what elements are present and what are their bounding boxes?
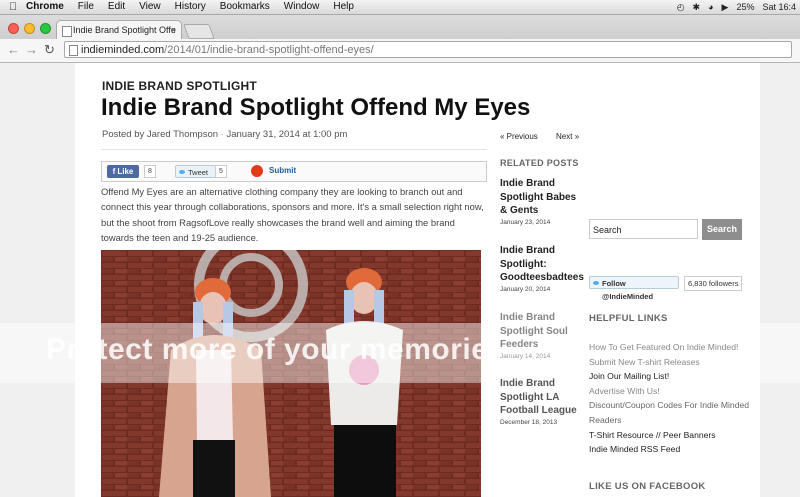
back-arrow-icon[interactable]: ← bbox=[7, 42, 20, 57]
like-count: 8 bbox=[144, 165, 156, 178]
byline-separator: · bbox=[220, 129, 224, 140]
post-intro: Offend My Eyes are an alternative clothi… bbox=[101, 186, 484, 244]
post-date: January 31, 2014 at 1:00 pm bbox=[226, 129, 348, 140]
search-input[interactable]: Search bbox=[589, 219, 698, 239]
helpful-links-heading: HELPFUL LINKS bbox=[589, 313, 668, 324]
menu-help[interactable]: Help bbox=[333, 0, 354, 14]
related-post-date: December 18, 2013 bbox=[500, 418, 558, 426]
macos-menu-bar:  Chrome File Edit View History Bookmark… bbox=[0, 0, 800, 15]
tab-title: Indie Brand Spotlight Offe bbox=[73, 25, 176, 35]
page-background-left bbox=[0, 63, 75, 497]
post-title: Indie Brand Spotlight Offend My Eyes bbox=[101, 94, 531, 121]
next-post-link[interactable]: Next » bbox=[556, 132, 579, 141]
post-category[interactable]: INDIE BRAND SPOTLIGHT bbox=[102, 79, 257, 93]
web-page: INDIE BRAND SPOTLIGHT Indie Brand Spotli… bbox=[0, 63, 800, 497]
volume-icon[interactable]: ▶ bbox=[722, 0, 729, 14]
like-us-heading: LIKE US ON FACEBOOK bbox=[589, 481, 706, 492]
helpful-link[interactable]: Indie Minded RSS Feed bbox=[589, 442, 769, 457]
address-bar[interactable]: indieminded.com/2014/01/indie-brand-spot… bbox=[64, 41, 792, 58]
helpful-link[interactable]: Advertise With Us! bbox=[589, 384, 769, 399]
minimize-window-button[interactable] bbox=[24, 23, 35, 34]
url-host: indieminded.com bbox=[81, 44, 165, 56]
share-bar: f Like 8 Tweet 5 Submit bbox=[101, 161, 487, 182]
helpful-link[interactable]: Join Our Mailing List! bbox=[589, 369, 769, 384]
search-button[interactable]: Search bbox=[702, 219, 742, 240]
post-byline: Posted by Jared Thompson · January 31, 2… bbox=[102, 129, 347, 140]
zoom-window-button[interactable] bbox=[40, 23, 51, 34]
byline-prefix: Posted by bbox=[102, 129, 145, 140]
menu-edit[interactable]: Edit bbox=[108, 0, 125, 14]
helpful-links-list: How To Get Featured On Indie Minded! Sub… bbox=[589, 340, 769, 457]
author-link[interactable]: Jared Thompson bbox=[147, 129, 218, 140]
menu-view[interactable]: View bbox=[139, 0, 161, 14]
related-post-title[interactable]: Indie Brand Spotlight LA Football League bbox=[500, 377, 580, 418]
related-post-item[interactable]: Indie Brand Spotlight: Goodteesbadtees J… bbox=[500, 244, 584, 293]
post-pager: « Previous Next » bbox=[500, 132, 595, 141]
tweet-count: 5 bbox=[215, 165, 227, 178]
related-post-item[interactable]: Indie Brand Spotlight LA Football League… bbox=[500, 377, 580, 426]
time-machine-icon[interactable]: ◴ bbox=[677, 0, 685, 14]
new-tab-button[interactable] bbox=[183, 24, 215, 39]
helpful-link[interactable]: Discount/Coupon Codes For Indie Minded R… bbox=[589, 398, 769, 427]
related-post-title[interactable]: Indie Brand Spotlight Babes & Gents bbox=[500, 177, 580, 218]
bluetooth-icon[interactable]: ✱ bbox=[693, 0, 701, 14]
submit-label: Submit bbox=[269, 166, 297, 175]
stumbleupon-icon bbox=[251, 165, 263, 177]
related-post-item[interactable]: Indie Brand Spotlight Soul Feeders Janua… bbox=[500, 311, 580, 360]
browser-tab-active[interactable]: Indie Brand Spotlight Offe × bbox=[56, 20, 182, 39]
reload-icon[interactable]: ↻ bbox=[44, 42, 55, 58]
related-post-date: January 20, 2014 bbox=[500, 285, 551, 293]
related-post-title[interactable]: Indie Brand Spotlight Soul Feeders bbox=[500, 311, 580, 352]
related-posts-heading: RELATED POSTS bbox=[500, 158, 579, 168]
menu-app-chrome[interactable]: Chrome bbox=[26, 0, 64, 14]
page-favicon-icon bbox=[62, 26, 72, 37]
follower-count: 6,830 followers bbox=[684, 276, 743, 291]
like-label: Like bbox=[117, 167, 134, 176]
menu-file[interactable]: File bbox=[78, 0, 94, 14]
battery-status[interactable]: 25% bbox=[736, 0, 754, 14]
close-tab-icon[interactable]: × bbox=[171, 21, 176, 39]
previous-post-link[interactable]: « Previous bbox=[500, 132, 538, 141]
browser-toolbar: ← → ↻ indieminded.com/2014/01/indie-bran… bbox=[0, 39, 800, 63]
apple-logo-icon[interactable]:  bbox=[0, 0, 26, 14]
tweet-button[interactable]: Tweet bbox=[175, 165, 217, 178]
tab-strip: Indie Brand Spotlight Offe × bbox=[0, 15, 800, 39]
related-post-date: January 23, 2014 bbox=[500, 218, 551, 226]
url-path: /2014/01/indie-brand-spotlight-offend-ey… bbox=[164, 44, 374, 56]
forward-arrow-icon[interactable]: → bbox=[25, 42, 38, 57]
helpful-link[interactable]: Submit New T-shirt Releases bbox=[589, 355, 769, 370]
facebook-icon: f bbox=[112, 167, 116, 176]
page-icon bbox=[69, 45, 78, 56]
related-post-date: January 14, 2014 bbox=[500, 352, 551, 360]
menu-window[interactable]: Window bbox=[284, 0, 320, 14]
clock[interactable]: Sat 16:4 bbox=[762, 0, 796, 14]
stumbleupon-submit-button[interactable]: Submit bbox=[251, 164, 296, 178]
related-post-title[interactable]: Indie Brand Spotlight: Goodteesbadtees bbox=[500, 244, 584, 285]
window-controls bbox=[8, 23, 51, 34]
twitter-follow-button[interactable]: Follow @IndieMinded bbox=[589, 276, 679, 301]
close-window-button[interactable] bbox=[8, 23, 19, 34]
helpful-link[interactable]: T-Shirt Resource // Peer Banners bbox=[589, 428, 769, 443]
wifi-icon[interactable]: ◕ bbox=[708, 0, 713, 14]
tweet-label: Tweet bbox=[188, 168, 209, 177]
facebook-like-button[interactable]: f Like bbox=[107, 165, 139, 178]
menu-bookmarks[interactable]: Bookmarks bbox=[220, 0, 270, 14]
divider bbox=[101, 149, 487, 150]
menu-history[interactable]: History bbox=[175, 0, 206, 14]
related-post-item[interactable]: Indie Brand Spotlight Babes & Gents Janu… bbox=[500, 177, 580, 226]
helpful-link[interactable]: How To Get Featured On Indie Minded! bbox=[589, 340, 769, 355]
